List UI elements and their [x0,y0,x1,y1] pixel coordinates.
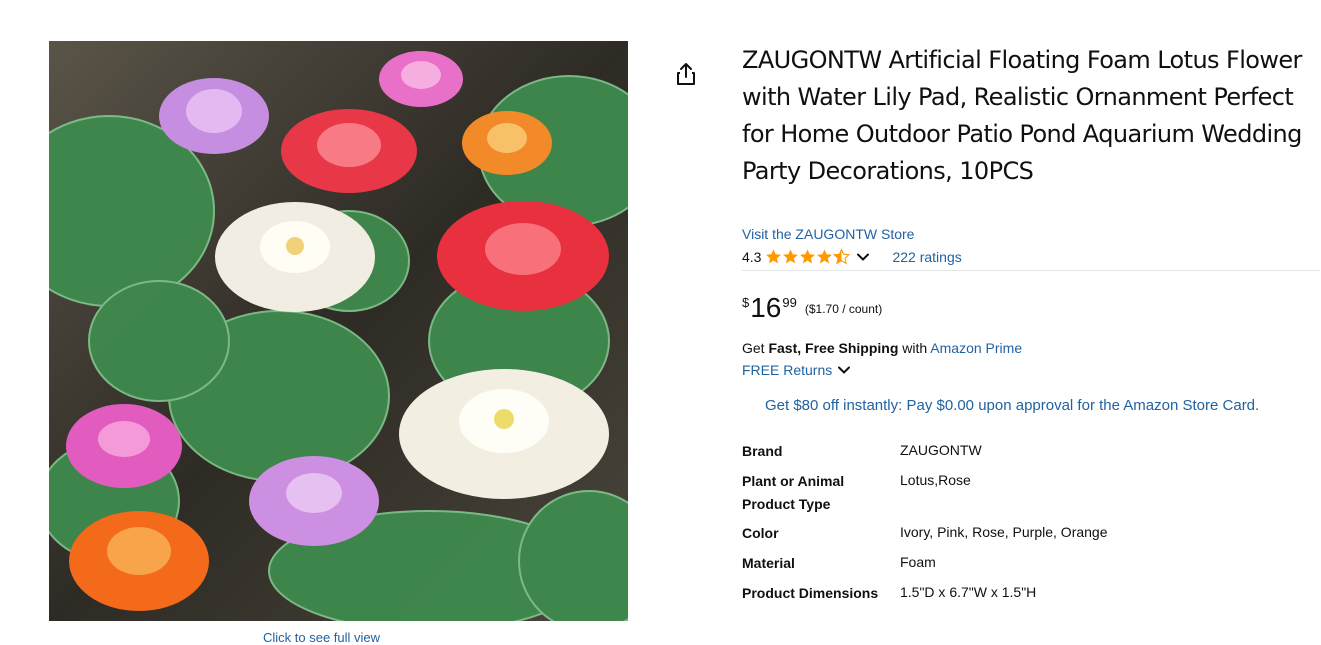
spec-value: Ivory, Pink, Rose, Purple, Orange [900,524,1108,540]
spec-value: Lotus,Rose [900,472,971,488]
product-specs-table: Brand ZAUGONTW Plant or Animal Product T… [742,440,1108,605]
spec-key: Material [742,555,795,571]
image-caption-link[interactable]: Click to see full view [263,630,380,645]
half-star-icon [833,248,851,265]
shipping-bold: Fast, Free Shipping [768,340,899,356]
ratings-count-link[interactable]: 222 ratings [892,249,961,265]
spec-key: Plant or Animal Product Type [742,473,845,512]
free-returns-label: FREE Returns [742,362,833,378]
spec-key: Product Dimensions [742,585,879,601]
spec-row: Product Dimensions 1.5"D x 6.7"W x 1.5"H [742,582,1108,605]
rating-row: 4.3 222 ratings [742,248,962,265]
price-per-unit: ($1.70 / count) [804,302,883,316]
shipping-info: Get Fast, Free Shipping with Amazon Prim… [742,340,1022,356]
divider [742,270,1320,271]
chevron-down-icon[interactable] [856,250,870,264]
product-image[interactable] [49,41,628,621]
price-symbol: $ [742,295,750,310]
spec-row: Color Ivory, Pink, Rose, Purple, Orange [742,522,1108,552]
share-icon[interactable] [676,62,696,86]
chevron-down-icon [838,366,851,374]
price: $ 16 99 ($1.70 / count) [742,293,882,323]
star-icon [800,249,816,264]
store-card-promo-link[interactable]: Get $80 off instantly: Pay $0.00 upon ap… [765,397,1259,414]
product-title: ZAUGONTW Artificial Floating Foam Lotus … [742,46,1302,185]
price-fraction: 99 [782,295,797,310]
shipping-prefix: Get [742,340,765,356]
amazon-prime-link[interactable]: Amazon Prime [930,340,1022,356]
spec-row: Brand ZAUGONTW [742,440,1108,470]
spec-value: Foam [900,554,936,570]
star-icon [817,249,833,264]
rating-value: 4.3 [742,248,762,265]
spec-row: Plant or Animal Product Type Lotus,Rose [742,470,1108,522]
store-link[interactable]: Visit the ZAUGONTW Store [742,226,914,242]
spec-row: Material Foam [742,552,1108,582]
spec-value: 1.5"D x 6.7"W x 1.5"H [900,584,1037,600]
rating-stars[interactable] [765,248,851,265]
shipping-middle: with [902,340,928,356]
star-icon [783,249,799,264]
spec-value: ZAUGONTW [900,442,982,458]
price-whole: 16 [750,292,782,323]
spec-key: Brand [742,443,783,459]
free-returns-link[interactable]: FREE Returns [742,362,851,378]
star-icon [766,249,782,264]
spec-key: Color [742,525,779,541]
